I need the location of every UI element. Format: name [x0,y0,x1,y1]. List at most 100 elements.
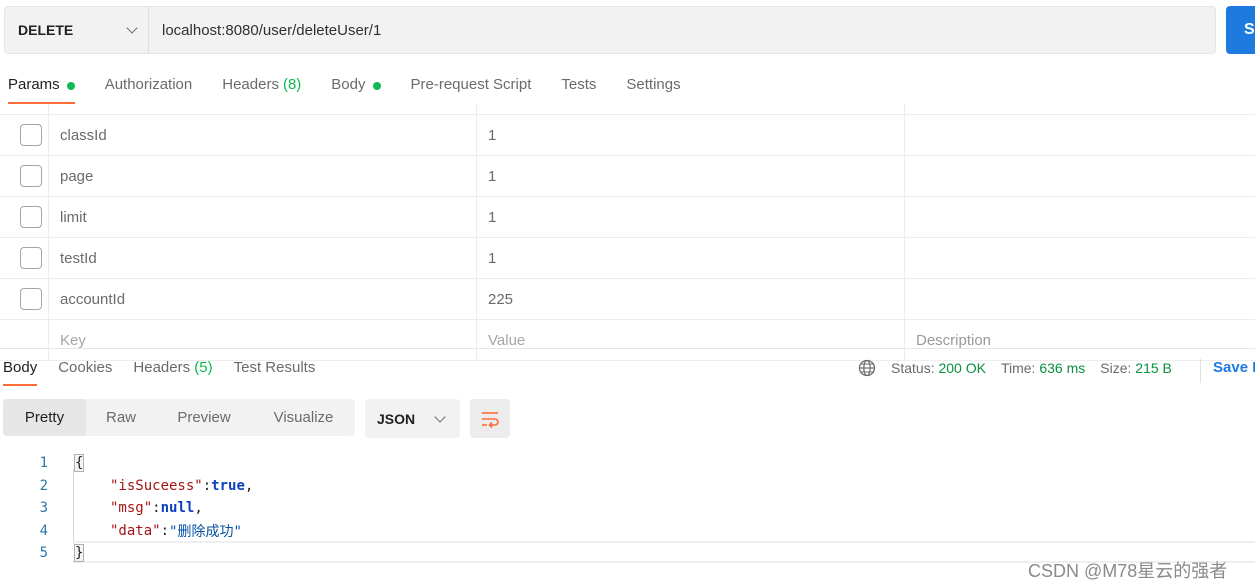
chevron-down-icon [126,22,138,34]
table-row: limit 1 [0,197,1255,238]
checkbox-cell [0,197,49,237]
json-value: null [160,500,195,517]
tab-response-body[interactable]: Body [3,359,38,386]
json-comma: , [244,477,254,494]
param-key[interactable]: page [49,156,477,196]
tab-params-label: Params [8,76,60,93]
table-row: classId 1 [0,115,1255,156]
param-key[interactable]: classId [49,115,477,155]
json-comma: , [194,500,203,517]
tab-response-headers[interactable]: Headers (5) [133,359,212,386]
code-close-brace: } [74,544,85,563]
status-label: Status: [891,360,935,376]
param-value[interactable]: 1 [477,115,905,155]
json-value: true [211,477,245,494]
wrap-lines-button[interactable] [470,399,510,438]
language-select[interactable]: JSON [365,399,460,438]
chevron-down-icon [434,410,446,423]
send-button[interactable]: S [1226,6,1255,54]
globe-icon[interactable] [858,359,876,377]
tab-test-results[interactable]: Test Results [234,359,316,386]
table-row: accountId 225 [0,279,1255,320]
format-pretty[interactable]: Pretty [3,399,86,436]
checkbox-cell [0,156,49,196]
response-tabs: Body Cookies Headers (5) Test Results [0,359,336,386]
param-key[interactable]: limit [49,197,477,237]
param-value[interactable]: 1 [477,238,905,278]
param-description[interactable] [905,279,1255,319]
json-key: "msg" [110,500,153,517]
status-code[interactable]: Status: 200 OK [891,360,986,376]
response-size[interactable]: Size: 215 B [1100,360,1172,376]
time-label: Time: [1000,360,1036,376]
language-label: JSON [377,410,416,427]
param-value[interactable]: 1 [477,156,905,196]
tab-authorization[interactable]: Authorization [105,70,193,104]
tab-pre-request-label: Pre-request Script [410,76,532,93]
line-number: 1 [39,455,48,472]
param-description[interactable] [905,115,1255,155]
tab-authorization-label: Authorization [104,76,193,93]
param-checkbox[interactable] [20,288,42,310]
tab-settings[interactable]: Settings [626,70,680,104]
response-header-bar: Body Cookies Headers (5) Test Results St… [0,348,1255,388]
format-visualize[interactable]: Visualize [252,399,355,436]
size-label: Size: [1100,360,1132,376]
body-format-tabs: Pretty Raw Preview Visualize [3,399,355,436]
param-key[interactable]: testId [49,238,477,278]
param-checkbox[interactable] [20,165,42,187]
tab-headers-label: Headers [222,76,279,93]
size-value: 215 B [1135,360,1172,376]
method-label: DELETE [18,22,74,38]
tab-body-label: Body [331,76,366,93]
save-response-button[interactable]: Save Response [1200,359,1255,383]
param-value[interactable]: 225 [477,279,905,319]
table-cell [477,104,905,114]
line-number: 2 [39,477,48,494]
table-cell [0,104,49,114]
response-body-code[interactable]: 1{ 2 "isSuceess": true, 3 "msg": null, 4 "d… [0,452,253,565]
table-row: page 1 [0,156,1255,197]
modified-dot-icon [66,82,75,90]
param-description[interactable] [905,238,1255,278]
tab-tests[interactable]: Tests [561,70,596,104]
code-open-brace: { [74,454,85,473]
tab-params[interactable]: Params [8,70,75,104]
tab-pre-request-script[interactable]: Pre-request Script [411,70,532,104]
tab-settings-label: Settings [626,76,681,93]
modified-dot-icon [372,82,381,90]
tab-response-headers-label: Headers [133,359,191,376]
checkbox-cell [0,238,49,278]
tab-headers[interactable]: Headers (8) [222,70,301,104]
response-time[interactable]: Time: 636 ms [1001,360,1085,376]
param-checkbox[interactable] [20,124,42,146]
param-value[interactable]: 1 [477,197,905,237]
url-input[interactable]: localhost:8080/user/deleteUser/1 [162,22,381,39]
response-headers-count: (5) [194,359,213,376]
request-tabs: Params Authorization Headers (8) Body Pre… [0,70,711,106]
tab-body[interactable]: Body [331,70,381,104]
format-raw[interactable]: Raw [86,399,156,436]
send-button-label: S [1244,21,1255,38]
param-checkbox[interactable] [20,206,42,228]
time-value: 636 ms [1039,360,1086,376]
table-row: testId 1 [0,238,1255,279]
table-cell [49,104,477,114]
response-status: Status: 200 OK Time: 636 ms Size: 215 B [858,359,1187,377]
wrap-lines-icon [482,411,499,428]
params-table: classId 1 page 1 limit 1 testId 1 accoun… [0,104,1255,361]
param-key[interactable]: accountId [49,279,477,319]
format-preview[interactable]: Preview [156,399,252,436]
param-checkbox[interactable] [20,247,42,269]
json-key: "isSuceess" [110,477,203,494]
line-number: 5 [39,545,48,562]
table-row [0,104,1255,115]
param-description[interactable] [905,156,1255,196]
headers-count: (8) [282,76,302,93]
tab-cookies[interactable]: Cookies [58,359,112,386]
method-select[interactable]: DELETE [5,7,149,53]
line-number: 3 [39,500,48,517]
param-description[interactable] [905,197,1255,237]
request-url-bar: DELETE localhost:8080/user/deleteUser/1 [4,6,1216,54]
watermark: CSDN @M78星云的强者 [1028,561,1228,581]
